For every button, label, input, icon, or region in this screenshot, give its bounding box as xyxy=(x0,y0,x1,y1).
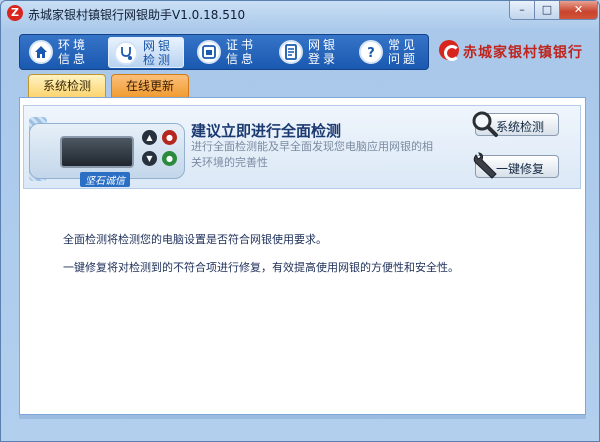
title-bar: Z 赤城家银村镇银行网银助手V1.0.18.510 – □ ✕ xyxy=(1,1,599,25)
svg-text:?: ? xyxy=(367,46,375,60)
device-power-icon: ● xyxy=(162,130,177,145)
nav-item-certificate[interactable]: 证书信息 xyxy=(192,37,264,68)
check-title: 建议立即进行全面检测 xyxy=(191,122,342,140)
nav-item-check[interactable]: 网银检测 xyxy=(108,37,184,68)
device-ok-icon: ● xyxy=(162,151,177,166)
question-icon: ? xyxy=(359,40,383,64)
info-text-repair: 一键修复将对检测到的不符合项进行修复，有效提高使用网银的方便性和安全性。 xyxy=(63,261,459,274)
main-nav: 环境信息 网银检测 证书信息 网银登录 ? 常见问题 xyxy=(19,34,429,70)
bank-logo: 赤城家银村镇银行 xyxy=(437,36,587,64)
one-click-repair-button-label: 一键修复 xyxy=(495,162,544,176)
window-title: 赤城家银村镇银行网银助手V1.0.18.510 xyxy=(28,8,246,22)
tab-online-update[interactable]: 在线更新 xyxy=(111,74,189,98)
system-check-button-label: 系统检测 xyxy=(495,120,544,134)
device-up-icon: ▲ xyxy=(142,130,157,145)
nav-item-environment[interactable]: 环境信息 xyxy=(24,37,96,68)
certificate-icon xyxy=(197,40,221,64)
nav-item-faq[interactable]: ? 常见问题 xyxy=(354,37,426,68)
status-bar xyxy=(19,415,586,419)
device-screen xyxy=(60,136,134,168)
minimize-button[interactable]: – xyxy=(509,1,535,20)
nav-item-label: 网银检测 xyxy=(142,39,173,67)
app-window: Z 赤城家银村镇银行网银助手V1.0.18.510 – □ ✕ 环境信息 网银检… xyxy=(0,0,600,442)
check-description: 进行全面检测能及早全面发现您电脑应用网银的相关环境的完善性 xyxy=(191,140,433,169)
nav-item-label: 环境信息 xyxy=(57,38,88,66)
document-icon xyxy=(279,40,303,64)
bank-name: 赤城家银村镇银行 xyxy=(463,45,583,61)
info-text-check: 全面检测将检测您的电脑设置是否符合网银使用要求。 xyxy=(63,233,327,246)
tab-system-check[interactable]: 系统检测 xyxy=(28,74,106,98)
close-button[interactable]: ✕ xyxy=(559,1,598,20)
bank-logo-icon xyxy=(439,40,460,61)
maximize-button[interactable]: □ xyxy=(534,1,560,20)
nav-item-label: 证书信息 xyxy=(225,38,256,66)
nav-item-label: 常见问题 xyxy=(387,38,418,66)
one-click-repair-button[interactable]: 一键修复 xyxy=(473,152,559,179)
device-down-icon: ▼ xyxy=(142,151,157,166)
home-icon xyxy=(29,40,53,64)
device-label: 坚石诚信 xyxy=(80,172,130,187)
system-check-button[interactable]: 系统检测 xyxy=(472,111,559,137)
nav-item-label: 网银登录 xyxy=(307,38,338,66)
stethoscope-icon xyxy=(114,41,138,65)
app-logo-icon: Z xyxy=(7,5,23,21)
device-body: ▲ ● ▼ ● 坚石诚信 xyxy=(29,123,185,187)
usb-key-illustration: ▲ ● ▼ ● 坚石诚信 xyxy=(29,117,185,187)
nav-item-login[interactable]: 网银登录 xyxy=(274,37,346,68)
